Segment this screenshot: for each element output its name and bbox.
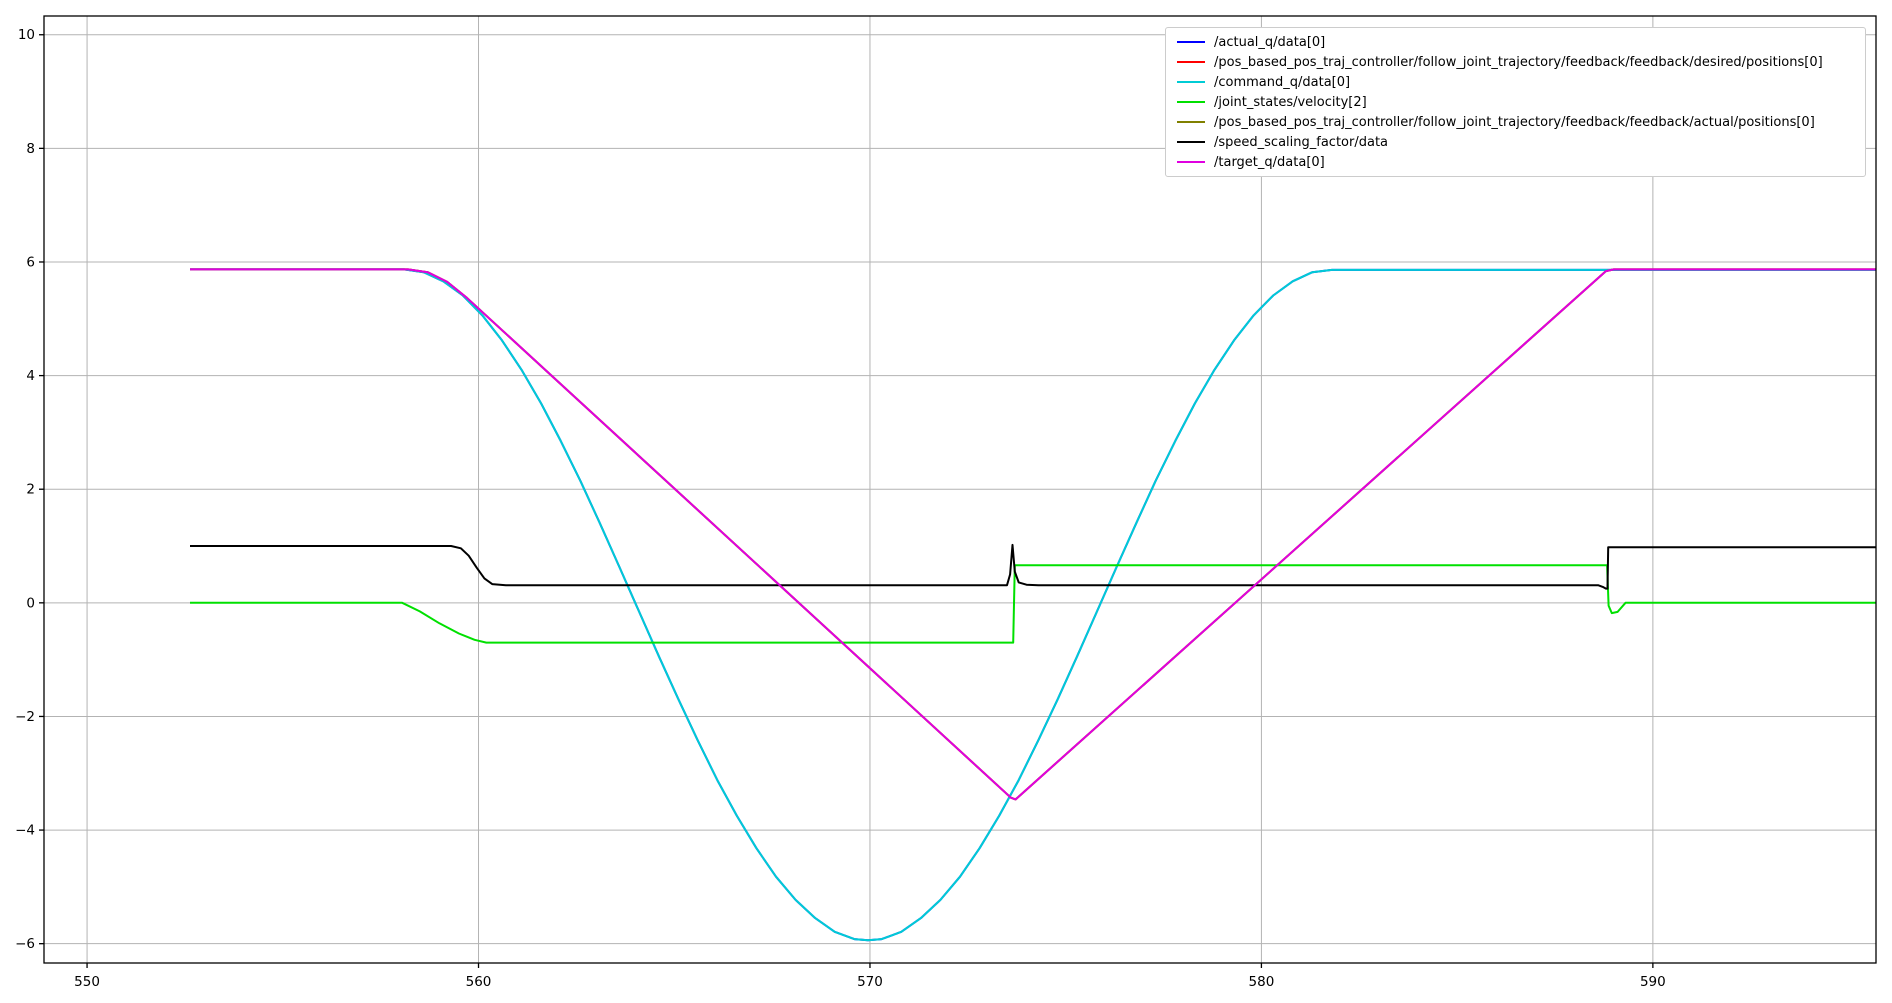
legend-item-actual_q: /actual_q/data[0] bbox=[1174, 32, 1857, 52]
legend-item-speed_scaling_factor: /speed_scaling_factor/data bbox=[1174, 132, 1857, 152]
legend-item-fjt_desired_positions: /pos_based_pos_traj_controller/follow_jo… bbox=[1174, 52, 1857, 72]
series-target_q-line bbox=[190, 269, 1876, 799]
y-tick-label: −4 bbox=[15, 823, 35, 839]
legend-item-fjt_actual_positions: /pos_based_pos_traj_controller/follow_jo… bbox=[1174, 112, 1857, 132]
series-joint_states_velocity-line bbox=[190, 565, 1876, 642]
y-tick-label: −6 bbox=[15, 936, 35, 952]
legend: /actual_q/data[0] /pos_based_pos_traj_con… bbox=[1165, 27, 1866, 177]
legend-line-swatch-icon bbox=[1177, 161, 1205, 163]
legend-line-swatch-icon bbox=[1177, 121, 1205, 123]
figure: 550 560 570 580 590 −6 −4 −2 0 2 4 6 8 10 /actual_q/d… bbox=[0, 0, 1892, 1003]
legend-line-swatch-icon bbox=[1177, 41, 1205, 43]
x-tick-label: 590 bbox=[1640, 974, 1666, 990]
y-tick-label: 4 bbox=[26, 368, 35, 384]
series-fjt_desired_positions-line bbox=[190, 269, 1876, 799]
legend-label: /actual_q/data[0] bbox=[1214, 36, 1325, 49]
legend-label: /target_q/data[0] bbox=[1214, 156, 1325, 169]
legend-label: /pos_based_pos_traj_controller/follow_jo… bbox=[1214, 116, 1815, 129]
legend-label: /joint_states/velocity[2] bbox=[1214, 96, 1367, 109]
series-fjt_actual_positions-line bbox=[190, 269, 1876, 799]
legend-line-swatch-icon bbox=[1177, 81, 1205, 83]
legend-label: /speed_scaling_factor/data bbox=[1214, 136, 1388, 149]
series-speed_scaling_factor-line bbox=[190, 545, 1876, 589]
y-tick-label: −2 bbox=[15, 709, 35, 725]
x-tick-label: 580 bbox=[1249, 974, 1275, 990]
legend-item-joint_states_velocity: /joint_states/velocity[2] bbox=[1174, 92, 1857, 112]
legend-label: /command_q/data[0] bbox=[1214, 76, 1350, 89]
y-tick-label: 8 bbox=[26, 141, 35, 157]
x-tick-label: 560 bbox=[466, 974, 492, 990]
legend-item-command_q: /command_q/data[0] bbox=[1174, 72, 1857, 92]
y-tick-label: 6 bbox=[26, 254, 35, 270]
y-tick-label: 10 bbox=[18, 27, 35, 43]
legend-label: /pos_based_pos_traj_controller/follow_jo… bbox=[1214, 56, 1823, 69]
y-tick-label: 0 bbox=[26, 595, 35, 611]
y-tick-label: 2 bbox=[26, 482, 35, 498]
legend-item-target_q: /target_q/data[0] bbox=[1174, 152, 1857, 172]
x-tick-label: 570 bbox=[857, 974, 883, 990]
legend-line-swatch-icon bbox=[1177, 61, 1205, 63]
legend-line-swatch-icon bbox=[1177, 141, 1205, 143]
x-tick-label: 550 bbox=[74, 974, 100, 990]
legend-line-swatch-icon bbox=[1177, 101, 1205, 103]
